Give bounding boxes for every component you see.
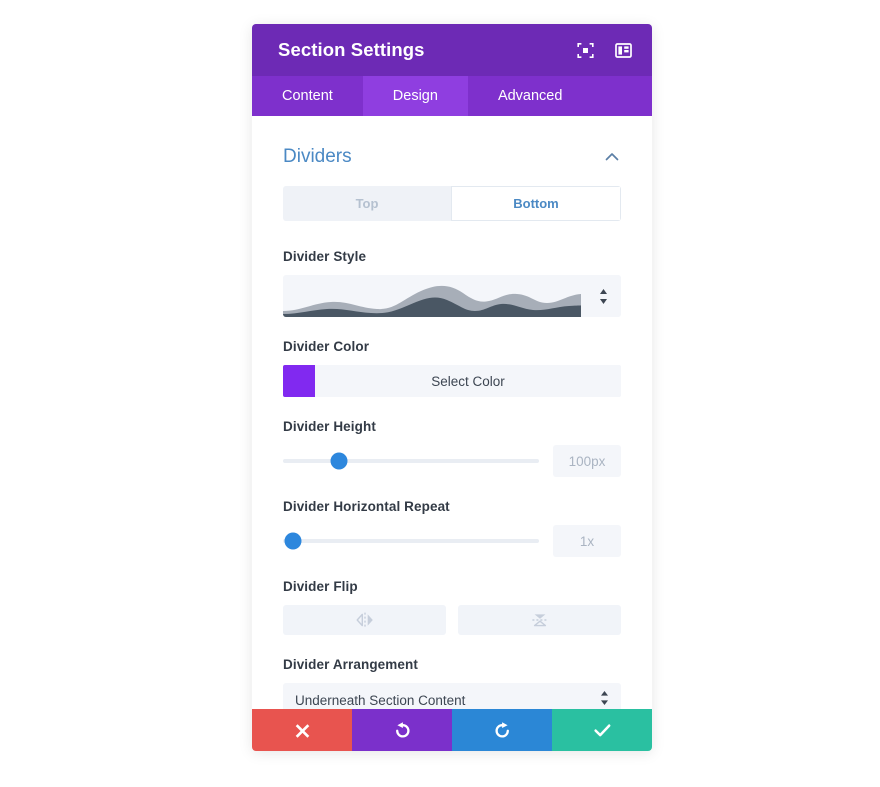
slider-handle[interactable] [330,452,348,470]
divider-horizontal-repeat-slider[interactable] [283,531,539,551]
screen-root: Section Settings Content Design Advanced… [0,0,880,787]
divider-horizontal-repeat-input[interactable]: 1x [553,525,621,557]
color-swatch[interactable] [283,365,315,397]
close-x-icon [295,723,309,738]
divider-arrangement-select[interactable]: Underneath Section Content [283,683,621,709]
placement-option-top[interactable]: Top [283,186,451,221]
redo-icon [494,721,509,738]
panel-footer [252,709,652,751]
divider-flip-row [283,605,621,635]
divider-arrangement-field: Divider Arrangement Underneath Section C… [283,657,621,709]
divider-flip-label: Divider Flip [283,579,358,594]
divider-height-input[interactable]: 100px [553,445,621,477]
divider-height-slider[interactable] [283,451,539,471]
divider-style-label: Divider Style [283,249,367,264]
flip-vertical-icon [531,614,548,627]
undo-icon [395,721,410,738]
divider-color-row: Select Color [283,365,621,397]
divider-style-select[interactable] [283,275,621,317]
redo-button[interactable] [452,709,552,751]
tab-bar: Content Design Advanced [252,76,652,116]
divider-arrangement-spinner-icon[interactable] [600,690,609,710]
divider-height-field: Divider Height 100px [283,419,621,477]
chevron-up-icon[interactable] [603,148,621,166]
divider-style-preview-icon [283,285,581,317]
divider-color-field: Divider Color Select Color [283,339,621,397]
tab-content[interactable]: Content [252,76,363,116]
tab-advanced[interactable]: Advanced [468,76,593,116]
page-title: Section Settings [278,39,425,60]
placement-option-bottom[interactable]: Bottom [451,186,621,221]
save-button[interactable] [552,709,652,751]
flip-vertical-button[interactable] [458,605,621,635]
undo-button[interactable] [352,709,452,751]
select-color-button[interactable]: Select Color [315,365,621,397]
tab-design[interactable]: Design [362,76,468,116]
cancel-button[interactable] [252,709,352,751]
divider-horizontal-repeat-row: 1x [283,525,621,557]
checkmark-icon [593,723,610,736]
divider-arrangement-value: Underneath Section Content [295,692,466,708]
panel-header: Section Settings [252,24,652,76]
divider-height-row: 100px [283,445,621,477]
divider-horizontal-repeat-field: Divider Horizontal Repeat 1x [283,499,621,557]
header-icon-group [574,39,634,61]
divider-height-label: Divider Height [283,419,376,434]
divider-style-spinner-icon[interactable] [585,275,621,317]
slider-track [283,539,539,543]
section-title: Dividers [283,146,352,167]
layout-panel-icon[interactable] [612,39,634,61]
divider-arrangement-label: Divider Arrangement [283,657,418,672]
section-settings-panel: Section Settings Content Design Advanced… [252,24,652,751]
divider-horizontal-repeat-label: Divider Horizontal Repeat [283,499,450,514]
divider-color-label: Divider Color [283,339,370,354]
slider-handle[interactable] [284,532,302,550]
slider-track [283,459,539,463]
flip-horizontal-icon [356,612,373,628]
divider-style-field: Divider Style [283,249,621,317]
flip-horizontal-button[interactable] [283,605,446,635]
divider-placement-toggle: Top Bottom [283,186,621,221]
dividers-section-header[interactable]: Dividers [283,116,621,186]
divider-flip-field: Divider Flip [283,579,621,635]
settings-body: Dividers Top Bottom Divider Style Divide… [252,116,652,709]
focus-target-icon[interactable] [574,39,596,61]
